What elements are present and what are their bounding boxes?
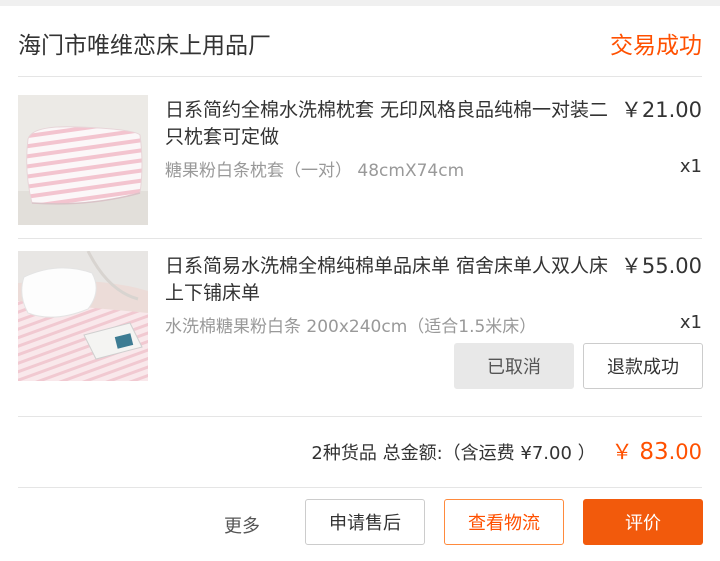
item-title[interactable]: 日系简约全棉水洗棉枕套 无印风格良品纯棉一对装二只枕套可定做 [165, 97, 615, 151]
store-name[interactable]: 海门市唯维恋床上用品厂 [18, 26, 271, 60]
more-link[interactable]: 更多 [224, 512, 260, 538]
bedsheet-photo-icon[interactable] [18, 251, 148, 381]
order-item-pillowcase[interactable]: 日系简约全棉水洗棉枕套 无印风格良品纯棉一对装二只枕套可定做 ￥21.00 糖果… [0, 76, 720, 225]
item-price: ￥21.00 [620, 98, 702, 122]
cancelled-button[interactable]: 已取消 [454, 343, 574, 389]
order-total: ￥ 83.00 [612, 436, 702, 466]
review-button[interactable]: 评价 [583, 499, 703, 545]
item-price: ￥55.00 [620, 254, 702, 278]
item-sku: 糖果粉白条枕套（一对） 48cmX74cm [165, 161, 465, 181]
item-sku: 水洗棉糖果粉白条 200x240cm（适合1.5米床） [165, 317, 537, 337]
order-status: 交易成功 [610, 33, 702, 59]
summary-text: 2种货品 总金额:（含运费 ¥7.00 ） [311, 443, 596, 464]
refund-success-button[interactable]: 退款成功 [583, 343, 703, 389]
after-sale-button[interactable]: 申请售后 [305, 499, 425, 545]
total-currency: ￥ [611, 440, 633, 464]
pillowcase-photo-icon[interactable] [18, 95, 148, 225]
order-card: 海门市唯维恋床上用品厂 交易成功 日系简约全棉水洗棉枕套 无印风格良品纯棉一对装… [0, 6, 720, 561]
item-quantity: x1 [679, 156, 702, 177]
view-logistics-button[interactable]: 查看物流 [444, 499, 564, 545]
total-decimal: .00 [668, 440, 702, 464]
divider [18, 487, 702, 488]
order-summary: 2种货品 总金额:（含运费 ¥7.00 ） ￥ 83.00 [311, 436, 702, 466]
item-title[interactable]: 日系简易水洗棉全棉纯棉单品床单 宿舍床单人双人床上下铺床单 [165, 253, 615, 307]
item-quantity: x1 [679, 312, 702, 333]
store-header[interactable]: 海门市唯维恋床上用品厂 交易成功 [0, 6, 720, 76]
total-integer: 83 [639, 439, 669, 465]
divider [18, 416, 702, 417]
